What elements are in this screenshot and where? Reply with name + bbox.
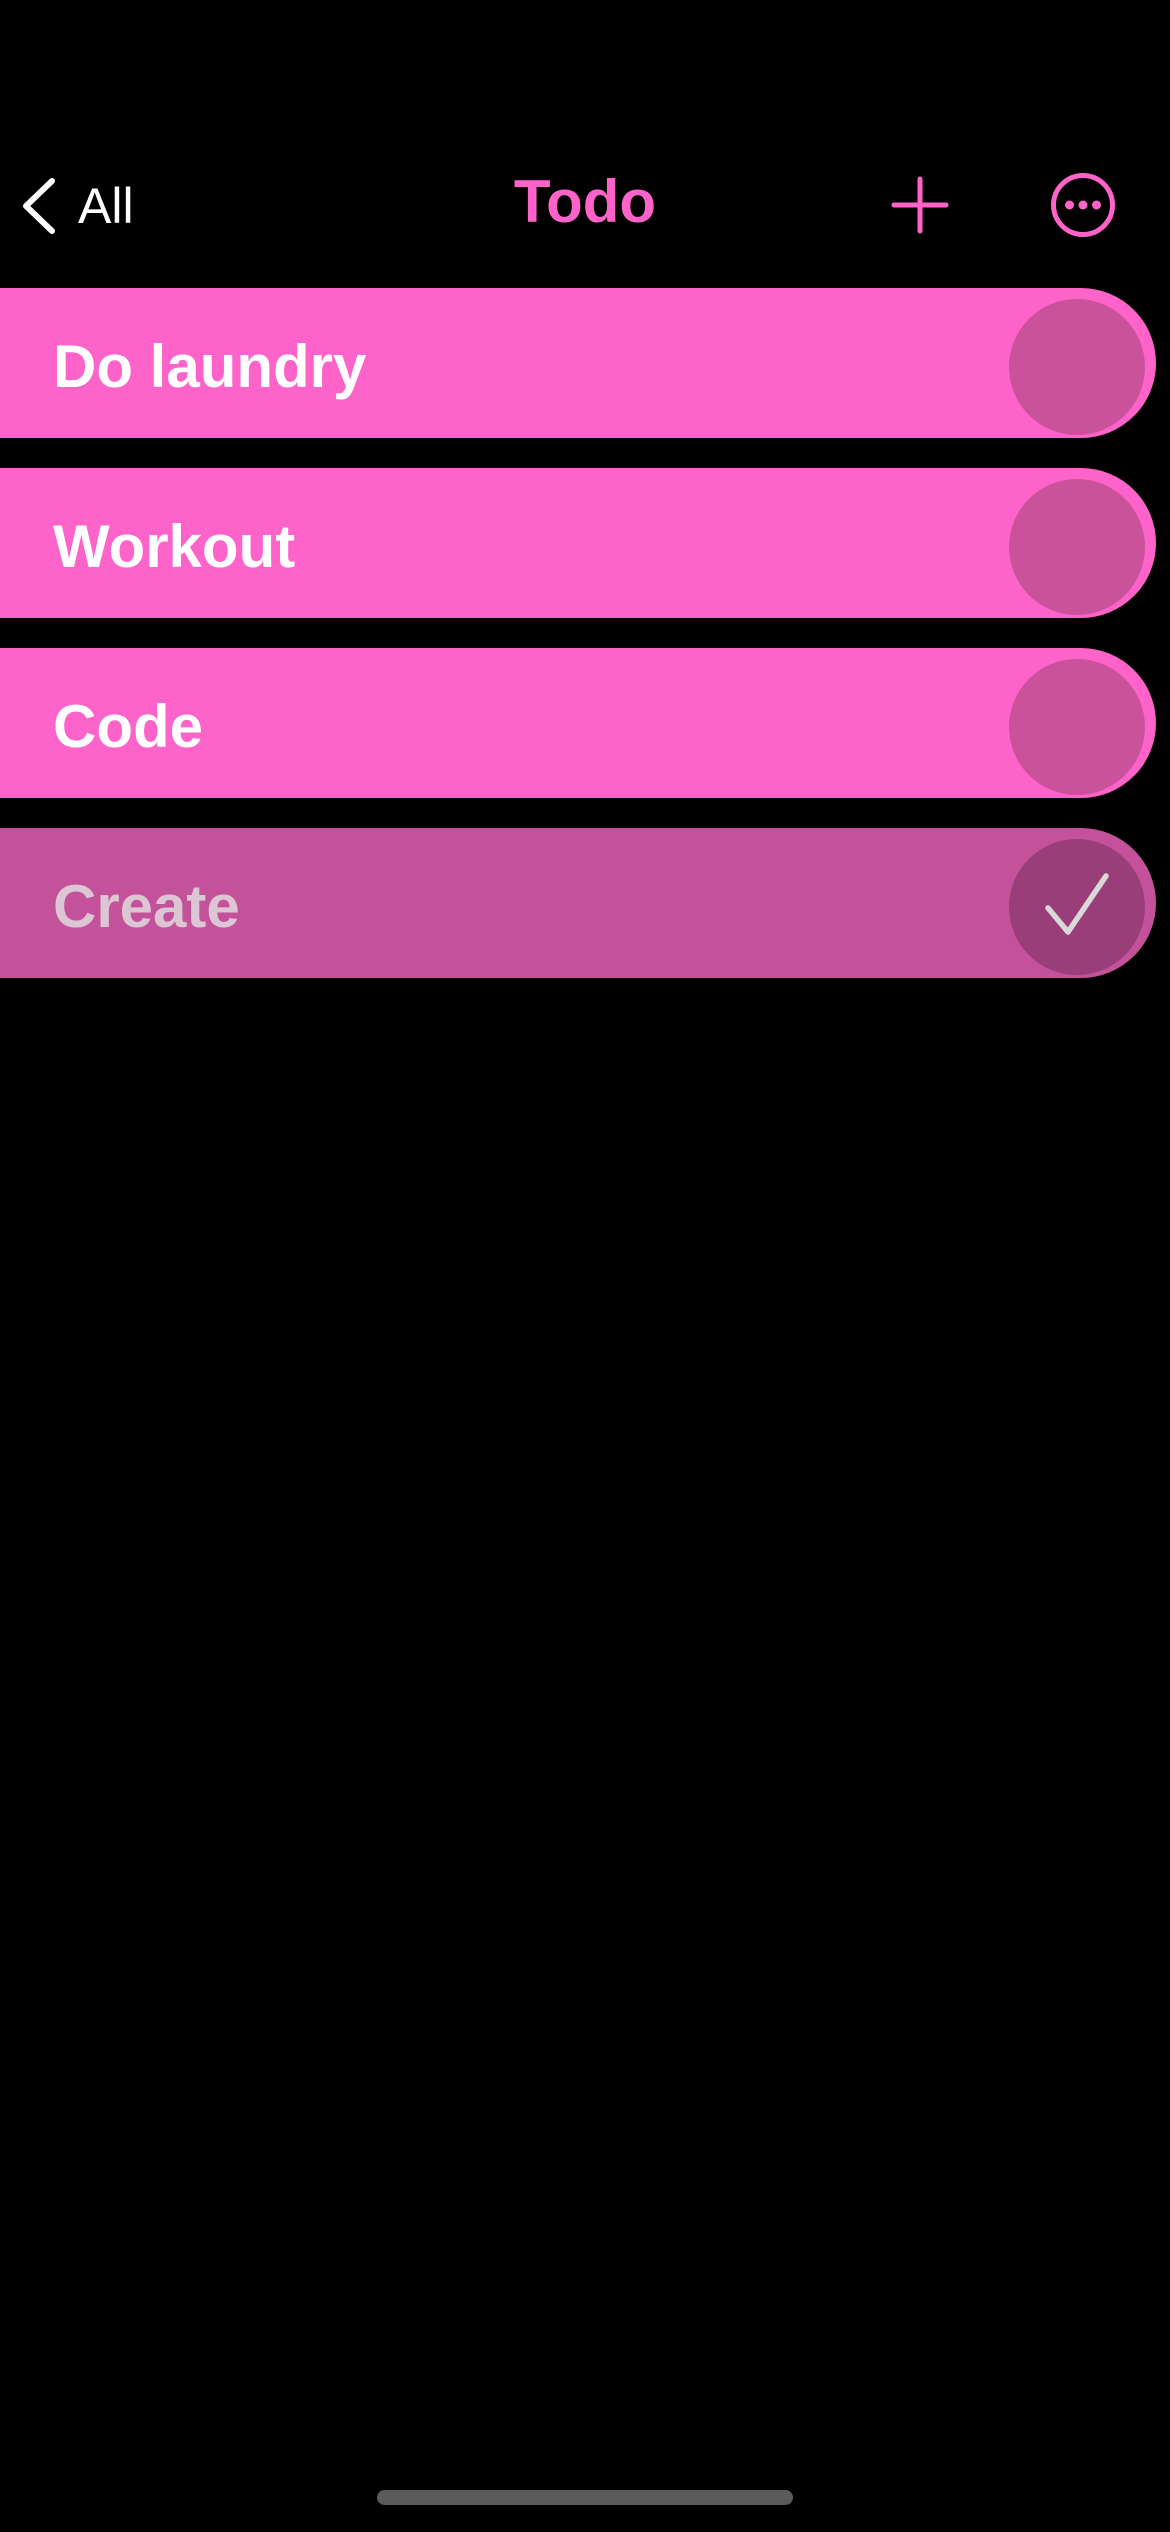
task-row[interactable]: Workout xyxy=(0,468,1156,618)
navigation-bar: All Todo xyxy=(0,150,1170,262)
task-label: Create xyxy=(53,873,240,940)
add-button[interactable] xyxy=(885,172,955,242)
task-row[interactable]: Create xyxy=(0,828,1156,978)
home-indicator[interactable] xyxy=(377,2490,793,2505)
task-list: Do laundry Workout Code Create xyxy=(0,288,1170,1008)
more-button[interactable] xyxy=(1048,172,1118,242)
task-row[interactable]: Do laundry xyxy=(0,288,1156,438)
task-label: Do laundry xyxy=(53,333,367,400)
task-checkbox[interactable] xyxy=(1009,479,1145,615)
task-checkbox[interactable] xyxy=(1009,839,1145,975)
task-label: Code xyxy=(53,693,203,760)
task-checkbox[interactable] xyxy=(1009,299,1145,435)
task-row[interactable]: Code xyxy=(0,648,1156,798)
task-label: Workout xyxy=(53,513,296,580)
task-checkbox[interactable] xyxy=(1009,659,1145,795)
ellipsis-circle-icon xyxy=(1050,172,1116,243)
checkmark-icon xyxy=(1042,870,1112,945)
page-title: Todo xyxy=(513,168,657,235)
plus-icon xyxy=(891,176,949,239)
